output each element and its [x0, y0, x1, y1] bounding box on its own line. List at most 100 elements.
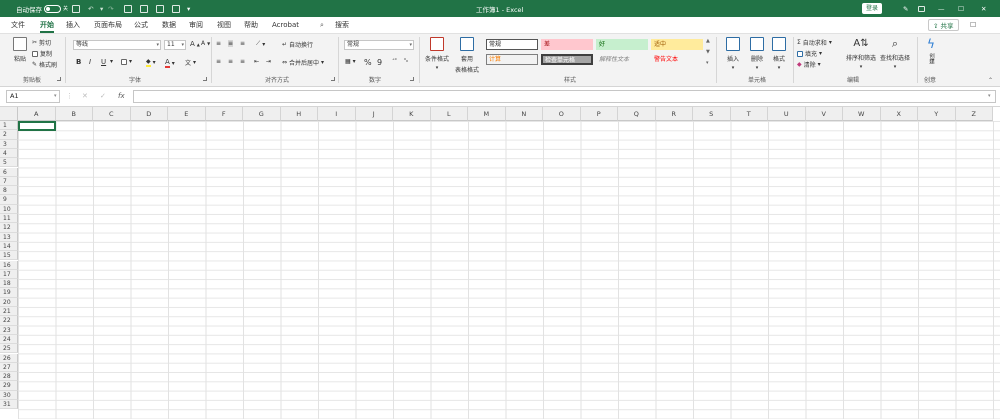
row-header[interactable]: 15 [0, 251, 18, 261]
increase-font-icon[interactable]: A ▲ [190, 40, 200, 48]
cut-button[interactable]: ✂ 剪切 [32, 38, 51, 47]
row-header[interactable]: 4 [0, 148, 18, 159]
style-good[interactable]: 好 [596, 39, 648, 50]
row-header[interactable]: 11 [0, 214, 18, 224]
column-header[interactable]: U [768, 107, 806, 121]
column-header[interactable]: W [843, 107, 881, 121]
sort-filter-button[interactable]: A⇅ 排序和筛选 ▾ [846, 37, 876, 70]
italic-button[interactable]: I [89, 58, 91, 66]
clear-button[interactable]: ◆ 清除 ▾ [797, 60, 821, 69]
search-box[interactable]: 搜索 [335, 17, 349, 33]
find-select-button[interactable]: ⌕ 查找和选择 ▾ [879, 37, 911, 70]
redo-icon[interactable]: ↷ [108, 0, 113, 17]
clipboard-launcher-icon[interactable] [57, 77, 61, 81]
column-header[interactable]: J [355, 107, 393, 121]
underline-button[interactable]: U [101, 58, 106, 66]
align-right-button[interactable]: ≡ [240, 58, 245, 65]
row-header[interactable]: 2 [0, 130, 18, 140]
row-header[interactable]: 7 [0, 176, 18, 187]
autosum-button[interactable]: Σ 自动求和 ▾ [797, 38, 832, 47]
formula-options-icon[interactable]: ⋮ [66, 90, 73, 103]
tab-help[interactable]: 帮助 [244, 17, 258, 33]
row-header[interactable]: 27 [0, 362, 18, 373]
undo-icon[interactable]: ↶ [88, 0, 93, 17]
row-header[interactable]: 5 [0, 158, 18, 168]
row-header[interactable]: 14 [0, 241, 18, 252]
increase-indent-button[interactable]: ⇥ [266, 58, 271, 65]
alignment-launcher-icon[interactable] [331, 77, 335, 81]
ribbon-display-icon[interactable] [918, 0, 925, 17]
comma-button[interactable]: 9 [377, 58, 382, 67]
row-header[interactable]: 29 [0, 381, 18, 391]
close-button[interactable]: ✕ [981, 0, 986, 17]
decrease-decimal-icon[interactable]: ⁰₀ [404, 58, 408, 64]
autosave-switch[interactable] [44, 4, 61, 13]
row-header[interactable]: 20 [0, 297, 18, 307]
font-size-select[interactable]: 11 ▾ [164, 40, 186, 50]
row-header[interactable]: 3 [0, 139, 18, 149]
underline-dropdown-icon[interactable]: ▾ [110, 58, 113, 65]
row-header[interactable]: 8 [0, 186, 18, 196]
column-header[interactable]: B [55, 107, 93, 121]
insert-function-icon[interactable]: fx [118, 90, 125, 103]
paste-button[interactable]: 粘贴 [10, 37, 30, 63]
print-preview-icon[interactable] [156, 0, 164, 17]
customize-toolbar-icon[interactable]: ▾ [187, 0, 190, 17]
tab-acrobat[interactable]: Acrobat [272, 17, 299, 33]
border-button[interactable]: ▾ [121, 58, 132, 65]
fill-button[interactable]: 填充 ▾ [797, 49, 822, 58]
style-neutral[interactable]: 适中 [651, 39, 703, 50]
column-header[interactable]: A [18, 107, 56, 121]
style-calculation[interactable]: 计算 [486, 54, 538, 65]
column-header[interactable]: N [505, 107, 543, 121]
delete-cells-button[interactable]: 删除 ▾ [746, 37, 768, 71]
name-box[interactable]: A1 [6, 90, 60, 103]
row-header[interactable]: 30 [0, 390, 18, 400]
style-warning[interactable]: 警告文本 [651, 54, 703, 65]
fill-color-button[interactable]: ◆ ▾ [146, 58, 156, 67]
worksheet-grid[interactable]: ABCDEFGHIJKLMNOPQRSTUVWXYZ 1 2 3 4 5 6 7 8 9 10 11… [0, 107, 1000, 419]
name-box-dropdown-icon[interactable]: ▾ [54, 90, 57, 103]
autosave-toggle[interactable]: 自动保存 关 [16, 0, 68, 17]
undo-dropdown-icon[interactable]: ▾ [100, 0, 103, 17]
style-bad[interactable]: 差 [541, 39, 593, 50]
cancel-formula-icon[interactable]: ✕ [82, 90, 88, 103]
styles-more-icon[interactable]: ▾ [706, 60, 709, 66]
row-header[interactable]: 23 [0, 325, 18, 335]
row-header[interactable]: 22 [0, 316, 18, 326]
align-top-button[interactable]: ≡ [216, 40, 221, 47]
column-header[interactable]: K [393, 107, 431, 121]
column-header[interactable]: S [693, 107, 731, 121]
tab-data[interactable]: 数据 [162, 17, 176, 33]
tab-file[interactable]: 文件 [11, 17, 25, 33]
column-header[interactable]: E [168, 107, 206, 121]
column-header[interactable]: F [205, 107, 243, 121]
style-check-cell[interactable]: 检查单元格 [541, 54, 593, 65]
row-header[interactable]: 17 [0, 269, 18, 280]
signin-button[interactable]: 登录 [862, 0, 883, 17]
number-format-select[interactable]: 常规 ▾ [344, 40, 414, 50]
font-color-button[interactable]: A ▾ [165, 58, 175, 68]
bold-button[interactable]: B [76, 58, 81, 66]
row-header[interactable]: 9 [0, 195, 18, 205]
open-file-icon[interactable] [140, 0, 148, 17]
align-left-button[interactable]: ≡ [216, 58, 221, 65]
share-button[interactable]: ⇪ 共享 [928, 19, 959, 31]
decrease-font-icon[interactable]: A ▼ [201, 40, 210, 47]
row-header[interactable]: 6 [0, 167, 18, 177]
phonetic-button[interactable]: 文 ▾ [185, 58, 196, 67]
maximize-button[interactable]: ☐ [958, 0, 964, 17]
copy-button[interactable]: 复制 [32, 49, 52, 58]
row-header[interactable]: 18 [0, 279, 18, 289]
tab-home[interactable]: 开始 [40, 17, 54, 33]
collapse-ribbon-icon[interactable]: ⌃ [988, 77, 993, 84]
minimize-button[interactable]: — [938, 0, 945, 17]
column-header[interactable]: Z [955, 107, 993, 121]
create-button[interactable]: ϟ 创建 [922, 37, 940, 64]
active-cell[interactable] [18, 121, 56, 131]
orientation-button[interactable]: ⟋ ▾ [256, 40, 265, 48]
new-file-icon[interactable] [124, 0, 132, 17]
style-normal[interactable]: 常规 [486, 39, 538, 50]
column-header[interactable]: Q [618, 107, 656, 121]
column-header[interactable]: H [280, 107, 318, 121]
